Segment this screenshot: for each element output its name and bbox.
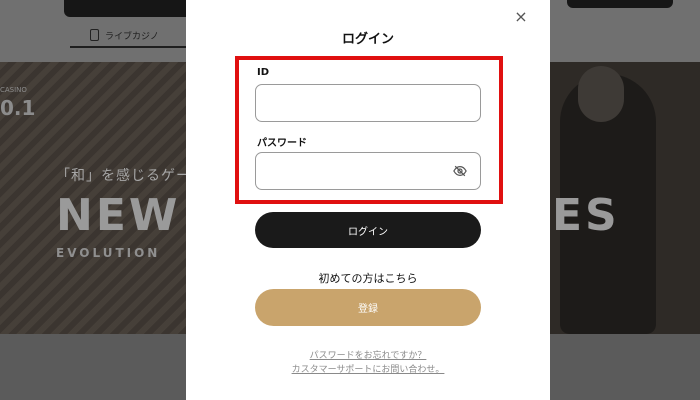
hero-subhead: EVOLUTION: [56, 246, 161, 260]
close-icon[interactable]: ×: [512, 8, 530, 26]
hero-mini-logo: 0.1: [0, 96, 36, 120]
forgot-password-link[interactable]: パスワードをお忘れですか？: [186, 348, 550, 361]
tab-live-casino-label: ライブカジノ: [105, 31, 159, 42]
header-dark-button: [64, 0, 194, 17]
first-time-text: 初めての方はこちら: [318, 272, 418, 285]
card-icon: [90, 29, 99, 41]
header-dark-button-right: [567, 0, 673, 8]
customer-support-link[interactable]: カスタマーサポートにお問い合わせ。: [186, 362, 550, 375]
eye-slash-icon[interactable]: [453, 164, 467, 178]
login-button[interactable]: ログイン: [255, 212, 481, 248]
password-label: パスワード: [257, 138, 307, 149]
hero-headline-right: ES: [552, 190, 620, 241]
modal-title: ログイン: [341, 32, 394, 47]
id-label: ID: [257, 67, 270, 78]
tab-underline: [70, 46, 194, 48]
login-modal: × ログイン ID パスワード ログイン 初めての方はこちら 登録 パスワードを…: [186, 0, 550, 400]
tab-live-casino: ライブカジノ: [70, 24, 194, 46]
hero-person-head: [578, 66, 624, 122]
hero-mini-label: CASINO: [0, 86, 27, 94]
hero-tagline: 「和」を感じるゲー: [56, 168, 191, 184]
id-input[interactable]: [255, 84, 481, 122]
register-button[interactable]: 登録: [255, 289, 481, 326]
password-input[interactable]: [255, 152, 481, 190]
